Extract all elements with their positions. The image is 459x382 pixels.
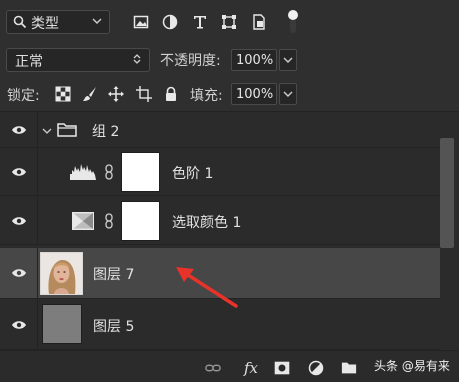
filter-toggle-switch[interactable] [287, 9, 299, 35]
layer-name: 色阶 1 [172, 166, 214, 182]
filter-kind-label: 类型 [31, 16, 59, 32]
filter-type-icon[interactable] [192, 14, 208, 30]
blend-bar: 正常 不透明度: 100% [0, 44, 459, 76]
chevron-down-icon[interactable] [42, 124, 52, 140]
eye-icon [11, 125, 26, 134]
layers-scrollbar-thumb[interactable] [440, 138, 454, 248]
filter-adjustment-icon[interactable] [162, 14, 178, 30]
layer-row-selective-color-1[interactable]: 选取颜色 1 [0, 197, 440, 245]
layers-footer: fx 头条 @易有来 [0, 350, 459, 382]
opacity-input[interactable]: 100% [231, 49, 277, 71]
visibility-toggle[interactable] [0, 197, 38, 244]
layer-name: 选取颜色 1 [172, 215, 242, 231]
lock-transparent-pixels-icon[interactable] [55, 86, 71, 102]
fill-dropdown-button[interactable] [279, 83, 297, 105]
eye-icon [11, 216, 26, 225]
search-icon [13, 15, 27, 29]
layer-mask-thumbnail[interactable] [121, 201, 160, 241]
chevron-down-icon [283, 57, 293, 63]
layer-thumbnail-gray[interactable] [42, 304, 82, 344]
fill-label: 填充: [190, 88, 223, 104]
layer-row-levels-1[interactable]: 色阶 1 [0, 148, 440, 196]
chevron-updown-icon [131, 53, 143, 65]
folder-icon [57, 122, 77, 141]
fx-effects-button[interactable]: fx [240, 359, 262, 377]
watermark-text: 头条 @易有来 [374, 359, 450, 373]
link-chain-icon[interactable] [104, 164, 114, 184]
filter-kind-dropdown[interactable]: 类型 [6, 10, 110, 34]
selective-color-icon [71, 211, 95, 234]
blend-mode-value: 正常 [15, 54, 43, 70]
lock-label: 锁定: [7, 88, 40, 104]
lock-all-padlock-icon[interactable] [163, 86, 179, 102]
levels-histogram-icon [70, 162, 96, 184]
annotation-arrow [176, 267, 238, 308]
lock-artboard-icon[interactable] [136, 86, 152, 102]
add-mask-icon[interactable] [274, 360, 290, 376]
visibility-toggle[interactable] [0, 148, 38, 195]
fill-input[interactable]: 100% [231, 83, 277, 105]
new-group-folder-icon[interactable] [341, 360, 357, 376]
eye-icon [11, 167, 26, 176]
layer-row-group-2[interactable]: 组 2 [0, 112, 440, 148]
filter-bar: 类型 [0, 0, 459, 44]
filter-smart-object-icon[interactable] [251, 14, 267, 30]
link-layers-icon[interactable] [205, 360, 221, 376]
lock-position-move-icon[interactable] [108, 86, 124, 102]
link-chain-icon[interactable] [104, 213, 114, 233]
opacity-dropdown-button[interactable] [279, 49, 297, 71]
chevron-down-icon [283, 91, 293, 97]
layer-name: 图层 7 [93, 267, 135, 283]
visibility-toggle[interactable] [0, 248, 38, 298]
eye-icon [11, 269, 26, 277]
visibility-toggle[interactable] [0, 112, 38, 147]
filter-shape-icon[interactable] [221, 14, 237, 30]
layer-name: 组 2 [92, 124, 120, 140]
lock-image-pixels-brush-icon[interactable] [82, 86, 98, 102]
lock-bar: 锁定: 填充: 100% [0, 76, 459, 112]
visibility-toggle[interactable] [0, 300, 38, 349]
filter-pixel-icon[interactable] [133, 14, 149, 30]
layer-mask-thumbnail[interactable] [121, 152, 160, 192]
new-adjustment-layer-icon[interactable] [308, 360, 324, 376]
chevron-down-icon [91, 15, 103, 27]
layers-list: 组 2 色阶 1 选取颜色 1 图层 7 图层 5 [0, 112, 440, 350]
layer-thumbnail-portrait[interactable] [40, 252, 83, 295]
blend-mode-dropdown[interactable]: 正常 [6, 48, 150, 72]
layer-name: 图层 5 [93, 319, 135, 335]
opacity-label: 不透明度: [160, 53, 221, 69]
eye-icon [11, 320, 26, 329]
